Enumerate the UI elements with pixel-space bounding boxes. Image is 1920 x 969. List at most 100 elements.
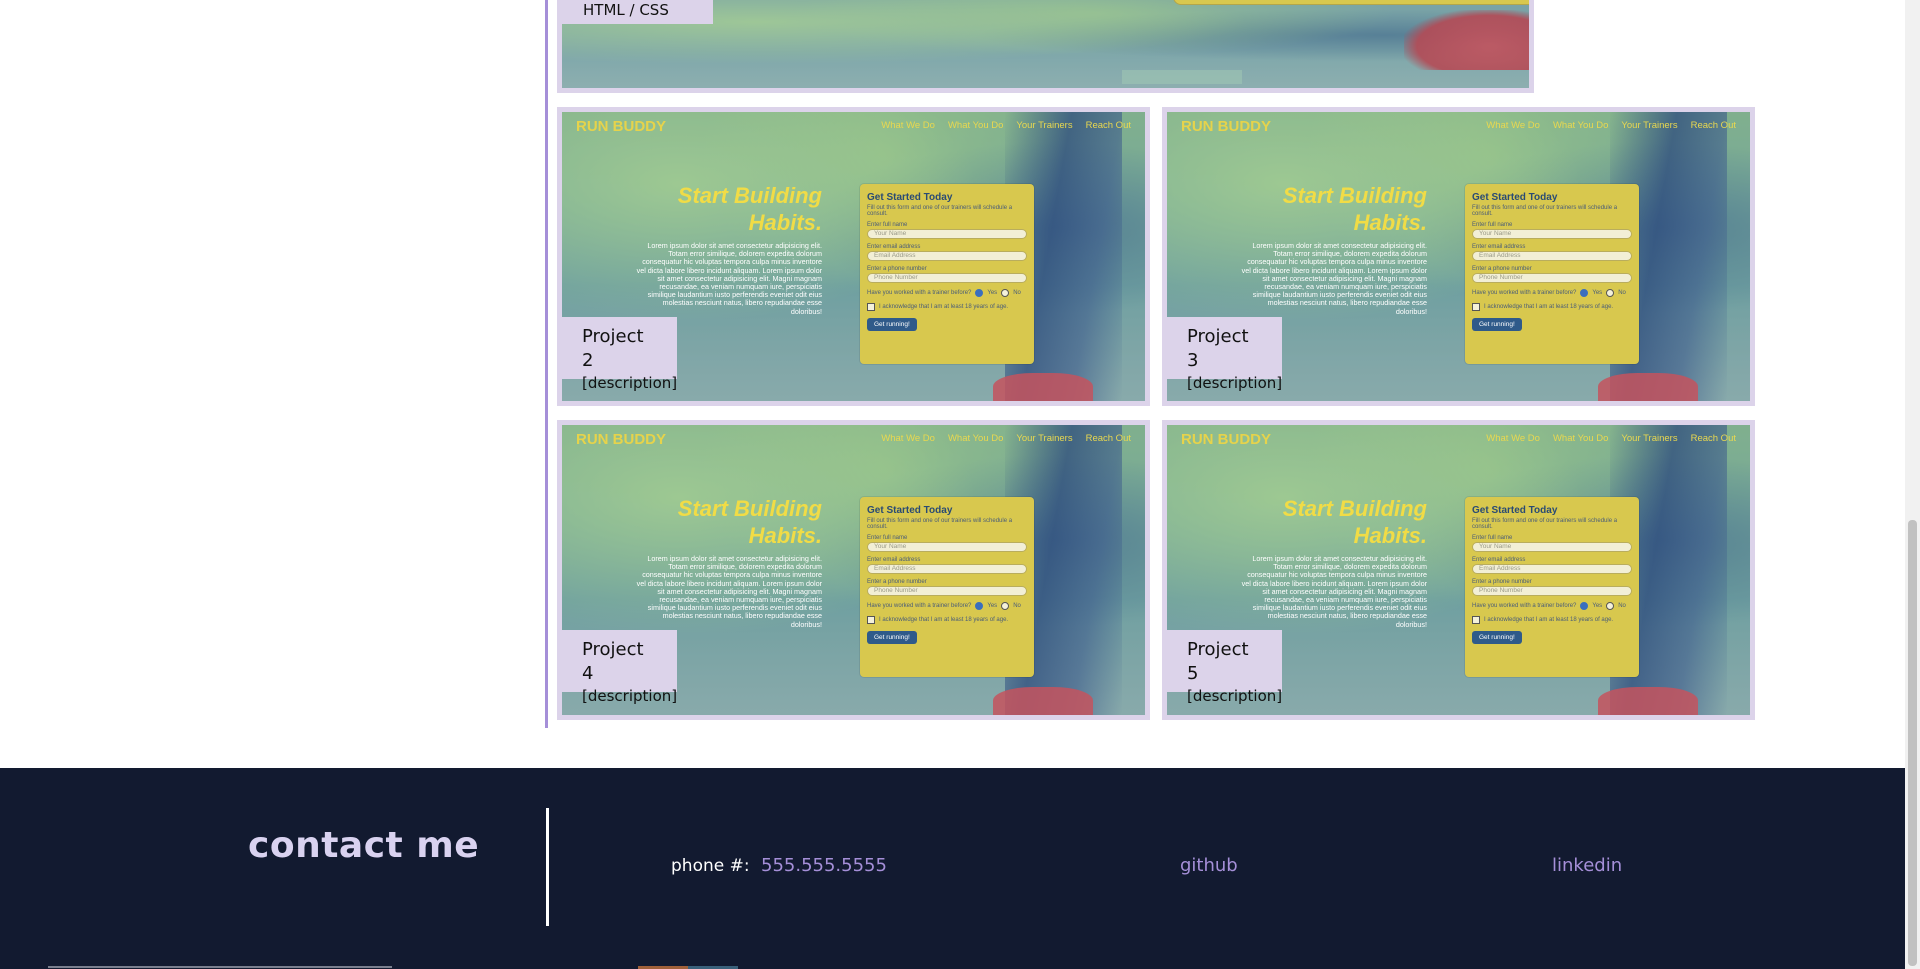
screenshot-nav-item: Your Trainers [1016,120,1073,131]
radio-label: Yes [987,603,998,609]
screenshot-nav-item: Your Trainers [1621,433,1678,444]
track-marking [1122,70,1242,84]
radio-label: No [1618,290,1626,296]
form-question: Have you worked with a trainer before? [1472,603,1577,609]
radio-label: Yes [1592,603,1603,609]
radio-icon [1606,289,1615,297]
project-description: [description] [582,374,678,392]
form-label: Enter email address [1472,557,1526,563]
project-card-5[interactable]: RUN BUDDY What We Do What You Do Your Tr… [1162,420,1755,720]
form-checkbox-row: I acknowledge that I am at least 18 year… [1472,303,1632,311]
screenshot-logo: RUN BUDDY [1181,431,1271,448]
form-label: Enter a phone number [1472,579,1532,585]
project-title: Project 2 [582,326,644,371]
form-input: Your Name [1472,542,1632,552]
project-card-2[interactable]: RUN BUDDY What We Do What You Do Your Tr… [557,107,1150,406]
form-input: Email Address [1472,564,1632,574]
radio-label: Yes [987,290,998,296]
screenshot-logo: RUN BUDDY [1181,118,1271,135]
screenshot-hero-text: Lorem ipsum dolor sit amet consectetur a… [636,241,822,316]
project-title: Project 5 [1187,639,1249,684]
form-input: Email Address [1472,251,1632,261]
page: HTML / CSS RUN BUDDY What We Do What You… [0,0,1920,969]
project-caption: Project 5 [description] [1167,630,1282,705]
running-shoe-image [1598,687,1698,715]
screenshot-hero-text: Lorem ipsum dolor sit amet consectetur a… [1241,241,1427,316]
screenshot-nav: What We Do What You Do Your Trainers Rea… [881,433,1131,444]
form-input: Your Name [867,229,1027,239]
radio-label: No [1013,290,1021,296]
form-input: Your Name [1472,229,1632,239]
project-card-featured[interactable]: HTML / CSS [557,0,1534,93]
project-caption: HTML / CSS [562,0,713,24]
screenshot-hero-title: Start Building Habits. [1282,496,1427,548]
form-subtitle: Fill out this form and one of our traine… [1472,518,1618,530]
checkbox-icon [1472,616,1480,624]
contact-heading: contact me [248,825,480,866]
form-checkbox-row: I acknowledge that I am at least 18 year… [867,616,1027,624]
footer-divider [546,808,549,926]
footer [0,768,1920,969]
radio-icon [1580,289,1589,297]
bottom-rule [48,966,392,968]
screenshot-form: Get Started Today Fill out this form and… [1465,184,1639,364]
screenshot-nav-item: Reach Out [1085,433,1131,444]
form-submit: Get running! [1472,318,1522,331]
screenshot-nav: What We Do What You Do Your Trainers Rea… [881,120,1131,131]
screenshot-hero-text: Lorem ipsum dolor sit amet consectetur a… [636,554,822,629]
form-label: Enter email address [867,557,921,563]
radio-icon [1606,602,1615,610]
form-title: Get Started Today [1472,192,1558,203]
screenshot-nav-item: What You Do [1552,120,1609,131]
screenshot-nav-item: Your Trainers [1621,120,1678,131]
form-title: Get Started Today [867,192,953,203]
form-input: Email Address [867,251,1027,261]
screenshot-nav-item: What We Do [1486,120,1540,131]
form-radio-row: Have you worked with a trainer before? Y… [867,289,1027,297]
form-label: Enter full name [867,535,908,541]
radio-label: No [1013,603,1021,609]
screenshot-form: Get Started Today Fill out this form and… [860,184,1034,364]
screenshot-hero-title: Start Building Habits. [677,496,822,548]
radio-icon [1001,602,1010,610]
screenshot-form: Get Started Today Fill out this form and… [1465,497,1639,677]
screenshot-hero-title: Start Building Habits. [1282,183,1427,235]
form-label: Enter email address [1472,244,1526,250]
form-label: Enter full name [1472,535,1513,541]
checkbox-label: I acknowledge that I am at least 18 year… [1484,617,1614,623]
github-link[interactable]: github [1180,855,1238,876]
running-shoe-image [993,373,1093,401]
scrollbar-thumb[interactable] [1908,520,1917,966]
screenshot-nav-item: Reach Out [1690,433,1736,444]
form-panel-edge [1173,0,1529,5]
project-description: [description] [1187,374,1283,392]
form-label: Enter a phone number [867,579,927,585]
phone-label: phone #: [671,856,750,876]
form-subtitle: Fill out this form and one of our traine… [867,205,1013,217]
screenshot-nav-item: What We Do [1486,433,1540,444]
radio-icon [975,602,984,610]
project-description: [description] [582,687,678,705]
form-question: Have you worked with a trainer before? [1472,290,1577,296]
project-card-3[interactable]: RUN BUDDY What We Do What You Do Your Tr… [1162,107,1755,406]
form-title: Get Started Today [867,505,953,516]
form-label: Enter a phone number [1472,266,1532,272]
form-radio-row: Have you worked with a trainer before? Y… [867,602,1027,610]
project-title: Project 3 [1187,326,1249,371]
form-radio-row: Have you worked with a trainer before? Y… [1472,289,1632,297]
linkedin-link[interactable]: linkedin [1552,855,1622,876]
checkbox-label: I acknowledge that I am at least 18 year… [1484,304,1614,310]
form-submit: Get running! [867,631,917,644]
screenshot-logo: RUN BUDDY [576,431,666,448]
project-caption: Project 2 [description] [562,317,677,392]
project-caption: Project 4 [description] [562,630,677,705]
radio-label: Yes [1592,290,1603,296]
phone-link[interactable]: 555.555.5555 [761,855,887,876]
checkbox-label: I acknowledge that I am at least 18 year… [879,617,1009,623]
form-label: Enter email address [867,244,921,250]
screenshot-nav-item: Reach Out [1085,120,1131,131]
form-submit: Get running! [867,318,917,331]
form-input: Phone Number [867,273,1027,283]
screenshot-hero-text: Lorem ipsum dolor sit amet consectetur a… [1241,554,1427,629]
project-card-4[interactable]: RUN BUDDY What We Do What You Do Your Tr… [557,420,1150,720]
